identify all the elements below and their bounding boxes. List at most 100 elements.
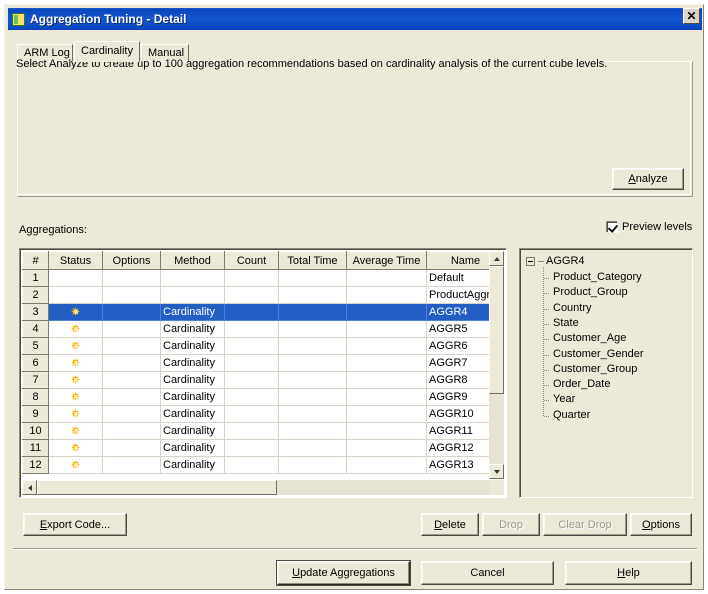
cell-method[interactable]: Cardinality <box>160 320 225 338</box>
scroll-left-button[interactable] <box>22 480 37 495</box>
collapse-expander-icon[interactable] <box>526 256 535 266</box>
cell-options[interactable] <box>102 388 161 406</box>
cell-method[interactable]: Cardinality <box>160 337 225 355</box>
column-header-average-time[interactable]: Average Time <box>346 251 427 270</box>
cell-total-time[interactable] <box>278 354 347 372</box>
cell-average-time[interactable] <box>346 405 427 423</box>
cell-total-time[interactable] <box>278 286 347 304</box>
cell-options[interactable] <box>102 422 161 440</box>
cell-average-time[interactable] <box>346 354 427 372</box>
vertical-scrollbar-thumb[interactable] <box>489 266 504 394</box>
clear-drop-button[interactable]: Clear Drop <box>543 513 627 536</box>
tree-node-product-group[interactable]: Product_Group <box>553 286 628 298</box>
row-number[interactable]: 5 <box>22 337 49 355</box>
cell-total-time[interactable] <box>278 405 347 423</box>
row-number[interactable]: 9 <box>22 405 49 423</box>
cell-status[interactable] <box>48 320 103 338</box>
title-bar[interactable]: Aggregation Tuning - Detail <box>8 8 702 30</box>
table-row[interactable]: 8 Cardinality AGGR9 <box>22 388 504 406</box>
cell-count[interactable] <box>224 337 279 355</box>
cell-status[interactable] <box>48 422 103 440</box>
table-row[interactable]: 5 Cardinality AGGR6 <box>22 337 504 355</box>
cell-status[interactable] <box>48 388 103 406</box>
aggregations-grid[interactable]: # Status Options Method Count Total Time Avera… <box>19 248 507 498</box>
table-row[interactable]: 4 Cardinality AGGR5 <box>22 320 504 338</box>
cell-method[interactable]: Cardinality <box>160 422 225 440</box>
cell-method[interactable]: Cardinality <box>160 388 225 406</box>
cell-options[interactable] <box>102 320 161 338</box>
cell-method[interactable]: Cardinality <box>160 439 225 457</box>
cell-options[interactable] <box>102 286 161 304</box>
cell-options[interactable] <box>102 337 161 355</box>
preview-levels-checkbox[interactable]: Preview levels <box>606 221 692 233</box>
update-aggregations-button[interactable]: Update Aggregations <box>277 561 410 585</box>
cell-average-time[interactable] <box>346 320 427 338</box>
tree-node-order-date[interactable]: Order_Date <box>553 378 610 390</box>
tree-node-customer-group[interactable]: Customer_Group <box>553 363 637 375</box>
cell-options[interactable] <box>102 354 161 372</box>
cell-average-time[interactable] <box>346 303 427 321</box>
cell-options[interactable] <box>102 405 161 423</box>
column-header-method[interactable]: Method <box>160 251 225 270</box>
checkbox-checked-icon[interactable] <box>606 221 618 233</box>
cell-total-time[interactable] <box>278 422 347 440</box>
cell-total-time[interactable] <box>278 439 347 457</box>
table-row[interactable]: 11 Cardinality AGGR12 <box>22 439 504 457</box>
grid-vertical-scrollbar[interactable] <box>489 251 504 479</box>
cell-total-time[interactable] <box>278 371 347 389</box>
cell-total-time[interactable] <box>278 456 347 474</box>
tree-node-quarter[interactable]: Quarter <box>553 409 590 421</box>
help-button[interactable]: Help <box>565 561 692 585</box>
table-row[interactable]: 6 Cardinality AGGR7 <box>22 354 504 372</box>
column-header-[interactable]: # <box>22 251 49 270</box>
cell-count[interactable] <box>224 439 279 457</box>
table-row[interactable]: 2 ProductAggre <box>22 286 504 304</box>
cell-status[interactable] <box>48 303 103 321</box>
row-number[interactable]: 3 <box>22 303 49 321</box>
column-header-count[interactable]: Count <box>224 251 279 270</box>
table-row[interactable]: 10 Cardinality AGGR11 <box>22 422 504 440</box>
column-header-total-time[interactable]: Total Time <box>278 251 347 270</box>
cell-options[interactable] <box>102 439 161 457</box>
export-code-button[interactable]: Export Code... <box>23 513 127 536</box>
cell-options[interactable] <box>102 371 161 389</box>
cell-count[interactable] <box>224 269 279 287</box>
grid-horizontal-scrollbar[interactable] <box>22 480 504 495</box>
analyze-button[interactable]: Analyze <box>612 168 684 190</box>
cell-average-time[interactable] <box>346 286 427 304</box>
scroll-up-button[interactable] <box>489 251 504 266</box>
row-number[interactable]: 4 <box>22 320 49 338</box>
row-number[interactable]: 6 <box>22 354 49 372</box>
tree-root-node[interactable]: AGGR4 <box>526 255 585 267</box>
tree-node-customer-age[interactable]: Customer_Age <box>553 332 626 344</box>
horizontal-scrollbar-thumb[interactable] <box>37 480 277 495</box>
cell-status[interactable] <box>48 439 103 457</box>
close-icon[interactable]: ✕ <box>683 8 700 24</box>
cell-method[interactable]: Cardinality <box>160 456 225 474</box>
cell-options[interactable] <box>102 269 161 287</box>
cell-status[interactable] <box>48 456 103 474</box>
cell-status[interactable] <box>48 269 103 287</box>
tab-cardinality[interactable]: Cardinality <box>74 41 140 62</box>
row-number[interactable]: 10 <box>22 422 49 440</box>
cell-method[interactable]: Cardinality <box>160 405 225 423</box>
table-row[interactable]: 7 Cardinality AGGR8 <box>22 371 504 389</box>
row-number[interactable]: 2 <box>22 286 49 304</box>
row-number[interactable]: 7 <box>22 371 49 389</box>
cell-count[interactable] <box>224 354 279 372</box>
table-row[interactable]: 12 Cardinality AGGR13 <box>22 456 504 474</box>
cell-status[interactable] <box>48 371 103 389</box>
cell-count[interactable] <box>224 320 279 338</box>
tree-node-country[interactable]: Country <box>553 302 592 314</box>
cell-total-time[interactable] <box>278 388 347 406</box>
tree-node-product-category[interactable]: Product_Category <box>553 271 642 283</box>
options-button[interactable]: Options <box>630 513 692 536</box>
cell-count[interactable] <box>224 371 279 389</box>
cell-count[interactable] <box>224 422 279 440</box>
cell-average-time[interactable] <box>346 456 427 474</box>
cell-method[interactable] <box>160 269 225 287</box>
cell-method[interactable]: Cardinality <box>160 371 225 389</box>
cell-average-time[interactable] <box>346 371 427 389</box>
cell-options[interactable] <box>102 303 161 321</box>
table-row[interactable]: 9 Cardinality AGGR10 <box>22 405 504 423</box>
